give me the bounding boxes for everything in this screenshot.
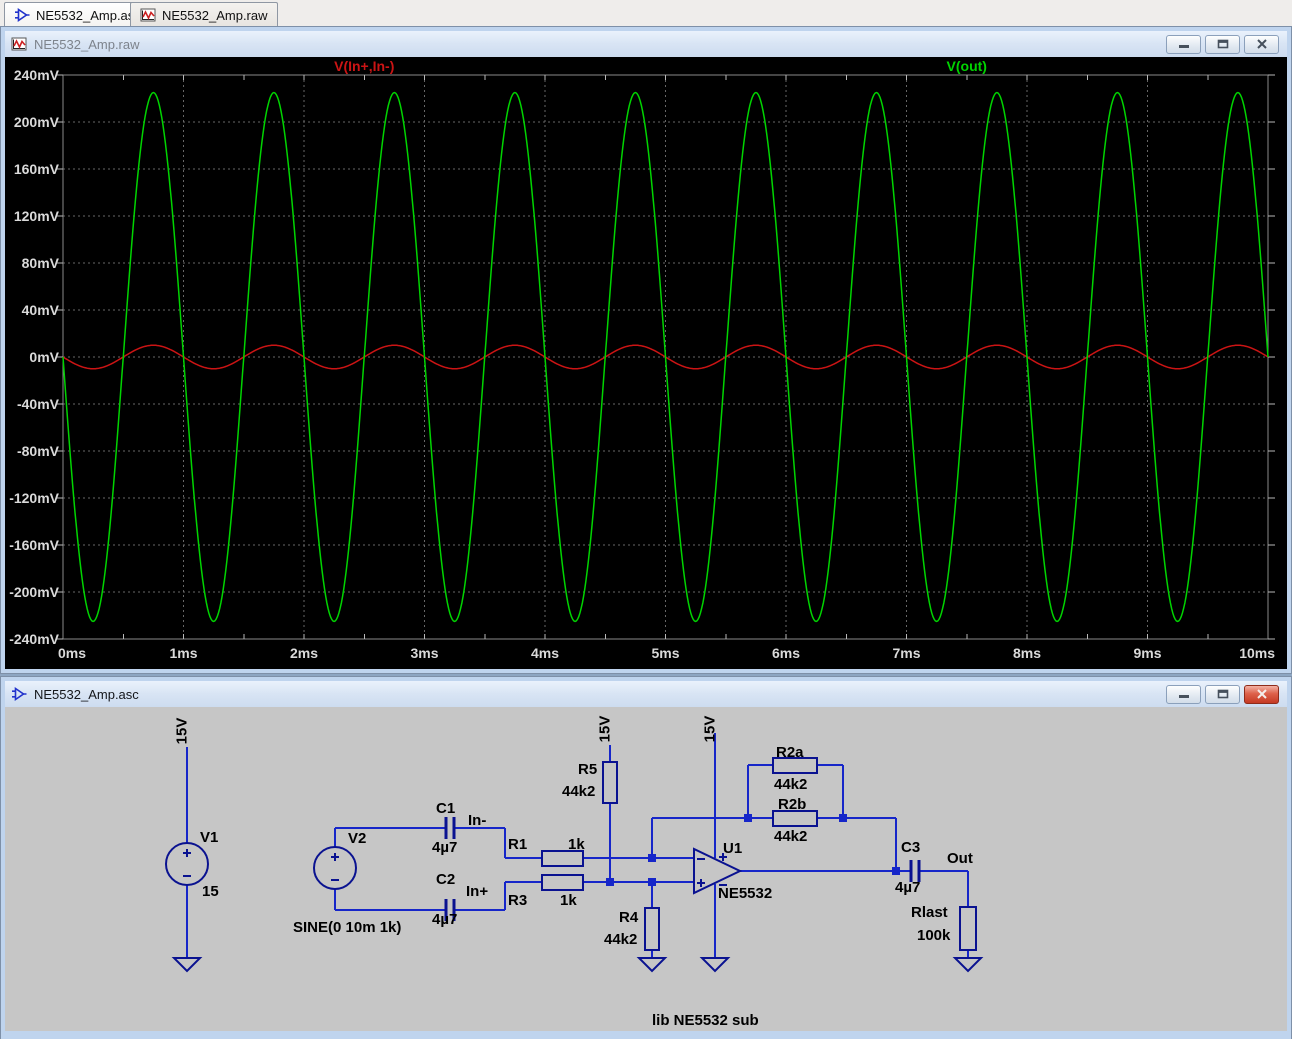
r2a-resistor[interactable] <box>773 758 817 773</box>
restore-button[interactable] <box>1205 685 1240 704</box>
restore-icon <box>1217 39 1229 49</box>
tab-ne5532-amp-asc[interactable]: NE5532_Amp.asc <box>4 2 151 27</box>
restore-button[interactable] <box>1205 35 1240 54</box>
tab-label: NE5532_Amp.asc <box>36 8 141 23</box>
window-title: NE5532_Amp.asc <box>34 687 139 702</box>
waveform-doc-icon <box>140 7 156 23</box>
junction-dots <box>606 814 900 886</box>
close-button[interactable] <box>1244 685 1279 704</box>
c2-capacitor[interactable] <box>446 899 454 921</box>
close-icon <box>1256 689 1268 699</box>
minimize-button[interactable] <box>1166 35 1201 54</box>
ground-symbols <box>174 958 981 971</box>
wires <box>187 733 968 958</box>
schematic-editor-window: NE5532_Amp.asc <box>1 677 1291 1039</box>
waveform-plot-area[interactable]: 240mV200mV160mV120mV80mV40mV0mV-40mV-80m… <box>5 57 1287 669</box>
close-button[interactable] <box>1244 35 1279 54</box>
minimize-icon <box>1178 39 1190 49</box>
restore-icon <box>1217 689 1229 699</box>
window-controls <box>1166 685 1282 704</box>
window-title: NE5532_Amp.raw <box>34 37 140 52</box>
schematic-window-titlebar[interactable]: NE5532_Amp.asc <box>5 681 1287 707</box>
schematic-doc-icon <box>14 7 30 23</box>
schematic-doc-icon <box>10 686 28 702</box>
u1-opamp[interactable] <box>694 849 740 893</box>
rlast-resistor[interactable] <box>960 907 976 950</box>
schematic-canvas[interactable] <box>5 707 1287 1031</box>
r5-resistor[interactable] <box>603 762 617 803</box>
waveform-window-titlebar[interactable]: NE5532_Amp.raw <box>5 31 1287 57</box>
c1-capacitor[interactable] <box>446 817 454 839</box>
waveform-plot[interactable] <box>5 57 1287 669</box>
r2b-resistor[interactable] <box>773 811 817 826</box>
v2-voltage-source[interactable] <box>314 847 356 889</box>
c3-capacitor[interactable] <box>911 860 919 882</box>
window-controls <box>1166 35 1282 54</box>
schematic-canvas-area[interactable]: 15V15V15VV115V2SINE(0 10m 1k)C14µ7In-C24… <box>5 707 1287 1031</box>
tab-label: NE5532_Amp.raw <box>162 8 268 23</box>
minimize-button[interactable] <box>1166 685 1201 704</box>
minimize-icon <box>1178 689 1190 699</box>
document-tab-bar: NE5532_Amp.asc NE5532_Amp.raw <box>0 0 1292 27</box>
r4-resistor[interactable] <box>645 908 659 950</box>
waveform-viewer-window: NE5532_Amp.raw 240mV200mV160mV120mV80mV4… <box>1 27 1291 673</box>
waveform-doc-icon <box>10 36 28 52</box>
r1-resistor[interactable] <box>542 851 583 866</box>
close-icon <box>1256 39 1268 49</box>
r3-resistor[interactable] <box>542 875 583 890</box>
tab-ne5532-amp-raw[interactable]: NE5532_Amp.raw <box>130 2 278 27</box>
v1-voltage-source[interactable] <box>166 843 208 885</box>
